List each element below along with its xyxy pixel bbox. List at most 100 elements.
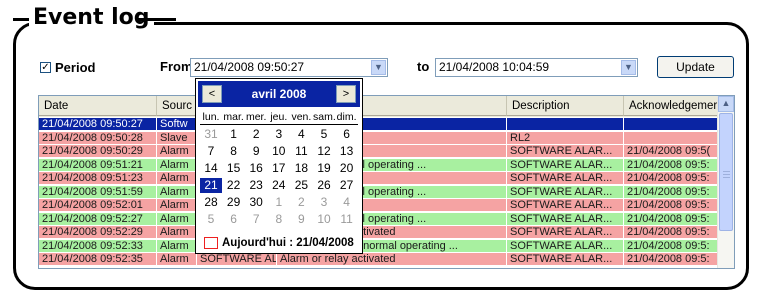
calendar-day[interactable]: 7	[245, 212, 267, 227]
chevron-down-icon[interactable]: ▼	[621, 60, 636, 75]
vertical-scrollbar[interactable]: ▲ — — —	[717, 96, 734, 268]
calendar-day[interactable]: 25	[290, 178, 312, 193]
table-cell-source: Alarm	[157, 226, 197, 239]
from-label: From	[160, 59, 193, 74]
table-cell-description: SOFTWARE ALAR...	[507, 145, 624, 158]
table-cell-description: SOFTWARE ALAR...	[507, 212, 624, 226]
calendar-day[interactable]: 27	[336, 178, 358, 193]
calendar-day[interactable]: 8	[268, 212, 290, 227]
to-date-dropdown[interactable]: 21/04/2008 10:04:59 ▼	[435, 58, 638, 77]
today-link[interactable]: Aujourd'hui : 21/04/2008	[222, 236, 354, 250]
table-row[interactable]: 21/04/2008 09:52:29AlarmSOFTWARE AL...Al…	[39, 226, 719, 239]
calendar-day[interactable]: 10	[268, 144, 290, 159]
prev-month-button[interactable]: <	[202, 85, 222, 103]
calendar-day[interactable]: 3	[268, 127, 290, 142]
calendar-day[interactable]: 10	[313, 212, 335, 227]
chevron-down-icon[interactable]: ▼	[371, 60, 386, 75]
calendar-day[interactable]: 24	[268, 178, 290, 193]
table-row[interactable]: 21/04/2008 09:50:27Softwsition launched	[39, 118, 719, 131]
calendar-day[interactable]: 2	[245, 127, 267, 142]
calendar-day[interactable]: 4	[290, 127, 312, 142]
column-header-description[interactable]: Description	[507, 96, 624, 116]
calendar-day[interactable]: 14	[200, 161, 222, 176]
calendar-day[interactable]: 12	[313, 144, 335, 159]
table-cell-source: Alarm	[157, 158, 197, 172]
calendar-day[interactable]: 6	[223, 212, 245, 227]
table-cell-description: SOFTWARE ALAR...	[507, 226, 624, 239]
panel-title: Event log	[29, 4, 154, 32]
calendar-day[interactable]: 26	[313, 178, 335, 193]
table-row[interactable]: 21/04/2008 09:51:59Alarmor relay in norm…	[39, 185, 719, 199]
column-header-date[interactable]: Date	[39, 96, 157, 116]
calendar-day[interactable]: 28	[200, 195, 222, 210]
from-date-dropdown[interactable]: 21/04/2008 09:50:27 ▼	[190, 58, 388, 77]
table-cell-ack: 21/04/2008 09:5:	[624, 226, 719, 239]
table-cell-source: Alarm	[157, 145, 197, 158]
column-header-source[interactable]: Sourc	[157, 96, 197, 116]
calendar-day[interactable]: 18	[290, 161, 312, 176]
weekday-label: jeu.	[270, 111, 288, 123]
table-cell-ack: 21/04/2008 09:5:	[624, 253, 719, 266]
calendar-day[interactable]: 4	[336, 195, 358, 210]
table-cell-source: Alarm	[157, 172, 197, 185]
calendar-day[interactable]: 29	[223, 195, 245, 210]
calendar-day[interactable]: 30	[245, 195, 267, 210]
calendar-day[interactable]: 5	[313, 127, 335, 142]
table-cell-date: 21/04/2008 09:50:28	[39, 131, 157, 145]
title-dash-right	[136, 18, 176, 21]
table-row[interactable]: 21/04/2008 09:52:27Alarmor relay in norm…	[39, 212, 719, 226]
calendar-day[interactable]: 3	[313, 195, 335, 210]
calendar-day[interactable]: 1	[268, 195, 290, 210]
table-cell-ack: 21/04/2008 09:5:	[624, 239, 719, 253]
table-cell-source: Softw	[157, 118, 197, 131]
event-table: Date Sourc gory Description Acknowledgem…	[38, 95, 735, 269]
to-date-value: 21/04/2008 10:04:59	[439, 60, 550, 74]
next-month-button[interactable]: >	[336, 85, 356, 103]
table-row[interactable]: 21/04/2008 09:52:01Alarmor relay activat…	[39, 199, 719, 212]
calendar-day[interactable]: 11	[290, 144, 312, 159]
table-cell-date: 21/04/2008 09:52:29	[39, 226, 157, 239]
calendar-day[interactable]: 5	[200, 212, 222, 227]
table-cell-ack: 21/04/2008 09:5:	[624, 185, 719, 199]
calendar-day[interactable]: 2	[290, 195, 312, 210]
table-cell-category: Alarm or relay activated	[277, 253, 507, 266]
calendar-day[interactable]: 16	[245, 161, 267, 176]
weekday-divider	[200, 124, 358, 125]
calendar-header: < avril 2008 >	[198, 81, 360, 107]
table-cell-date: 21/04/2008 09:51:21	[39, 158, 157, 172]
calendar-day[interactable]: 17	[268, 161, 290, 176]
calendar-day[interactable]: 9	[245, 144, 267, 159]
weekday-label: mar.	[223, 111, 244, 123]
calendar-day[interactable]: 7	[200, 144, 222, 159]
calendar-day[interactable]: 13	[336, 144, 358, 159]
table-row[interactable]: 21/04/2008 09:50:28Slaveor relay activat…	[39, 131, 719, 145]
calendar-day[interactable]: 1	[223, 127, 245, 142]
calendar-day[interactable]: 22	[223, 178, 245, 193]
column-header-acknowledgement[interactable]: Acknowledgemer	[624, 96, 719, 116]
table-row[interactable]: 21/04/2008 09:52:35AlarmSOFTWARE AL...Al…	[39, 253, 719, 266]
table-row[interactable]: 21/04/2008 09:52:33AlarmSOFTWARE AL...Al…	[39, 239, 719, 253]
calendar-day[interactable]: 19	[313, 161, 335, 176]
calendar-day[interactable]: 6	[336, 127, 358, 142]
date-picker-popup: < avril 2008 > lun. mar. mer. jeu. ven. sam. d…	[195, 78, 363, 254]
scroll-thumb[interactable]: — — —	[719, 113, 733, 231]
table-cell-description: SOFTWARE ALAR...	[507, 172, 624, 185]
calendar-day[interactable]: 23	[245, 178, 267, 193]
calendar-day[interactable]: 9	[290, 212, 312, 227]
calendar-day[interactable]: 21	[200, 178, 222, 193]
table-row[interactable]: 21/04/2008 09:50:29Alarmor relay activat…	[39, 145, 719, 158]
table-cell-date: 21/04/2008 09:52:01	[39, 199, 157, 212]
period-checkbox[interactable]: ✓	[40, 62, 51, 73]
calendar-day[interactable]: 11	[336, 212, 358, 227]
scroll-up-icon[interactable]: ▲	[718, 96, 734, 112]
calendar-day[interactable]: 15	[223, 161, 245, 176]
table-cell-date: 21/04/2008 09:51:59	[39, 185, 157, 199]
update-button[interactable]: Update	[657, 56, 734, 78]
table-cell-description: SOFTWARE ALAR...	[507, 158, 624, 172]
table-row[interactable]: 21/04/2008 09:51:23Alarmor relay activat…	[39, 172, 719, 185]
calendar-day[interactable]: 8	[223, 144, 245, 159]
table-row[interactable]: 21/04/2008 09:51:21Alarmor relay in norm…	[39, 158, 719, 172]
table-cell-description: SOFTWARE ALAR...	[507, 239, 624, 253]
calendar-day[interactable]: 20	[336, 161, 358, 176]
calendar-day[interactable]: 31	[200, 127, 222, 142]
